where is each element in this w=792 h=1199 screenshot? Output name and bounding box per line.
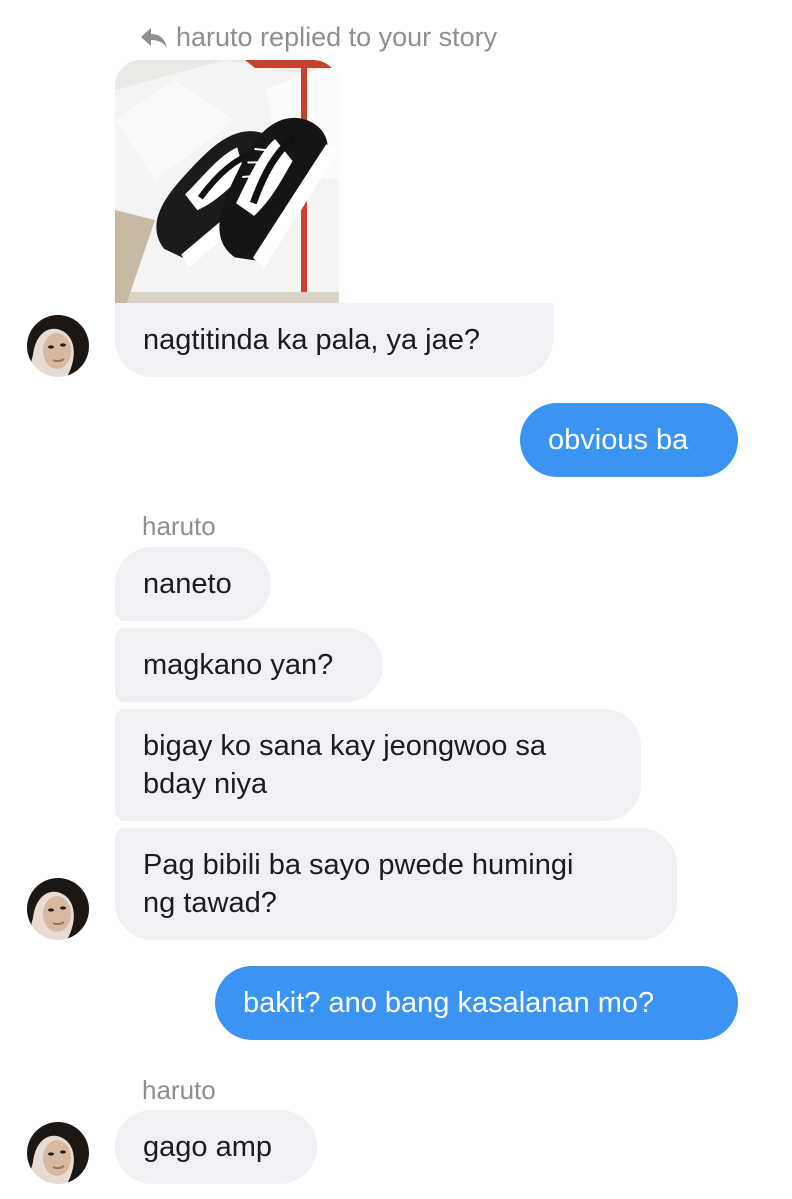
message-bubble-incoming[interactable]: gago amp [115, 1110, 317, 1184]
sender-name: haruto [142, 511, 216, 541]
avatar[interactable] [27, 1122, 89, 1184]
avatar[interactable] [27, 315, 89, 377]
message-bubble-outgoing[interactable]: obvious ba [520, 403, 738, 477]
message-text: bakit? ano bang kasalanan mo? [243, 987, 655, 1019]
avatar[interactable] [27, 878, 89, 940]
story-thumbnail[interactable] [115, 60, 339, 308]
message-text: nagtitinda ka pala, ya jae? [143, 324, 480, 356]
avatar-photo [27, 878, 89, 940]
message-text: magkano yan? [143, 649, 334, 681]
message-text: obvious ba [548, 424, 689, 456]
sender-name: haruto [142, 1075, 216, 1105]
message-bubble-incoming[interactable]: Pag bibili ba sayo pwede humingi ng tawa… [115, 828, 677, 940]
message-text-line: bday niya [143, 768, 268, 800]
story-reply-text: haruto replied to your story [176, 22, 498, 52]
sneaker-story-image [115, 60, 339, 308]
message-text-line: bigay ko sana kay jeongwoo sa [143, 730, 547, 762]
message-bubble-incoming[interactable]: bigay ko sana kay jeongwoo sa bday niya [115, 709, 641, 821]
message-bubble-incoming[interactable]: nagtitinda ka pala, ya jae? [115, 303, 553, 377]
message-bubble-outgoing[interactable]: bakit? ano bang kasalanan mo? [215, 966, 738, 1040]
story-reply-header: haruto replied to your story [140, 22, 497, 53]
message-text: gago amp [143, 1131, 272, 1163]
avatar-photo [27, 1122, 89, 1184]
message-text-line: ng tawad? [143, 887, 277, 919]
message-text: naneto [143, 568, 232, 600]
message-bubble-incoming[interactable]: magkano yan? [115, 628, 383, 702]
reply-arrow-icon [141, 27, 167, 48]
avatar-photo [27, 315, 89, 377]
message-bubble-incoming[interactable]: naneto [115, 547, 271, 621]
message-text-line: Pag bibili ba sayo pwede humingi [143, 849, 574, 881]
